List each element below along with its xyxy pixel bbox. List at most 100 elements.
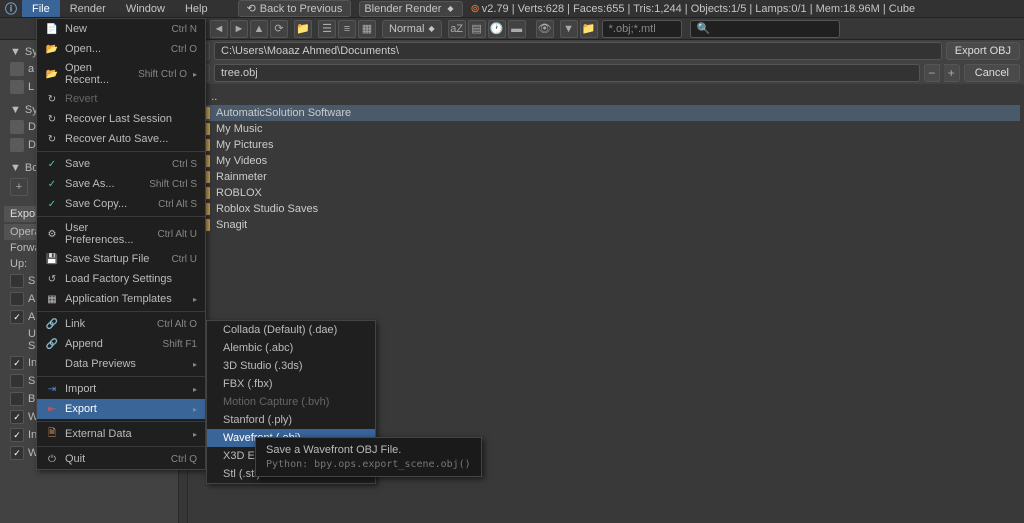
add-bookmark-button[interactable]: + xyxy=(10,178,28,196)
submenu-arrow-icon: ▸ xyxy=(193,405,197,414)
menu-item-icon: 🔗 xyxy=(45,317,59,331)
submenu-arrow-icon: ▸ xyxy=(193,430,197,439)
menu-window[interactable]: Window xyxy=(116,0,175,17)
nav-refresh-button[interactable]: ⟳ xyxy=(270,20,288,38)
view-thumbnail-button[interactable]: ▦ xyxy=(358,20,376,38)
info-icon[interactable]: ⓘ xyxy=(0,1,22,17)
filter-folder-button[interactable]: 📁 xyxy=(580,20,598,38)
export-option-checkbox[interactable] xyxy=(10,410,24,424)
file-menu-recover-last-session[interactable]: ↻ Recover Last Session xyxy=(37,109,205,129)
menu-item-icon: 📄 xyxy=(45,22,59,36)
menu-render[interactable]: Render xyxy=(60,0,116,17)
folder-item[interactable]: Roblox Studio Saves xyxy=(192,201,1020,217)
file-menu-user-preferences-[interactable]: ⚙ User Preferences... Ctrl Alt U xyxy=(37,219,205,249)
menu-item-icon: 🗎 xyxy=(45,427,59,441)
file-menu-save[interactable]: ✓ Save Ctrl S xyxy=(37,154,205,174)
modifiers-checkbox[interactable] xyxy=(10,310,24,324)
submenu-arrow-icon: ▸ xyxy=(193,360,197,369)
blender-logo-icon: ⊚ xyxy=(471,2,480,15)
file-menu-open-[interactable]: 📂 Open... Ctrl O xyxy=(37,39,205,59)
menu-item-icon: 💾 xyxy=(45,252,59,266)
animation-checkbox[interactable] xyxy=(10,292,24,306)
export-obj-button[interactable]: Export OBJ xyxy=(946,42,1020,60)
export-option-checkbox[interactable] xyxy=(10,446,24,460)
file-menu-new[interactable]: 📄 New Ctrl N xyxy=(37,19,205,39)
folder-item[interactable]: Snagit xyxy=(192,217,1020,233)
cancel-button[interactable]: Cancel xyxy=(964,64,1020,82)
filter-button[interactable]: ▼ xyxy=(560,20,578,38)
export-option-checkbox[interactable] xyxy=(10,392,24,406)
search-field[interactable]: 🔍 xyxy=(690,20,840,38)
file-menu-export[interactable]: ⇤ Export ▸ xyxy=(37,399,205,419)
menu-item-icon xyxy=(45,357,59,371)
file-menu: 📄 New Ctrl N 📂 Open... Ctrl O 📂 Open Rec… xyxy=(36,18,206,470)
render-engine-select[interactable]: Blender Render ◆ xyxy=(359,1,462,17)
export--d-studio-ds-[interactable]: 3D Studio (.3ds) xyxy=(207,357,375,375)
nav-forward-button[interactable]: ► xyxy=(230,20,248,38)
sort-alpha-button[interactable]: aZ xyxy=(448,20,466,38)
file-menu-load-factory-settings[interactable]: ↺ Load Factory Settings xyxy=(37,269,205,289)
menu-item-icon: ▦ xyxy=(45,292,59,306)
folder-item[interactable]: My Pictures xyxy=(192,137,1020,153)
menu-item-icon: ⏻ xyxy=(45,452,59,466)
selection-only-checkbox[interactable] xyxy=(10,274,24,288)
menu-item-icon: ⇥ xyxy=(45,382,59,396)
folder-item[interactable]: Rainmeter xyxy=(192,169,1020,185)
file-menu-save-copy-[interactable]: ✓ Save Copy... Ctrl Alt S xyxy=(37,194,205,214)
submenu-arrow-icon: ▸ xyxy=(193,70,197,79)
increment-button[interactable]: + xyxy=(944,64,960,82)
folder-item[interactable]: My Music xyxy=(192,121,1020,137)
file-menu-revert[interactable]: ↻ Revert xyxy=(37,89,205,109)
nav-back-button[interactable]: ◄ xyxy=(210,20,228,38)
filename-input[interactable]: tree.obj xyxy=(214,64,920,82)
file-menu-data-previews[interactable]: Data Previews ▸ xyxy=(37,354,205,374)
decrement-button[interactable]: − xyxy=(924,64,940,82)
back-to-previous-button[interactable]: ⟲ Back to Previous xyxy=(238,0,352,17)
tooltip: Save a Wavefront OBJ File. Python: bpy.o… xyxy=(255,437,482,477)
file-menu-external-data[interactable]: 🗎 External Data ▸ xyxy=(37,424,205,444)
search-icon: 🔍 xyxy=(697,22,711,35)
menu-item-icon: ↻ xyxy=(45,92,59,106)
file-menu-link[interactable]: 🔗 Link Ctrl Alt O xyxy=(37,314,205,334)
export-option-checkbox[interactable] xyxy=(10,356,24,370)
menu-item-icon: ✓ xyxy=(45,197,59,211)
sort-size-button[interactable]: ▬ xyxy=(508,20,526,38)
menu-help[interactable]: Help xyxy=(175,0,218,17)
path-input[interactable]: C:\Users\Moaaz Ahmed\Documents\ xyxy=(214,42,942,60)
file-menu-save-as-[interactable]: ✓ Save As... Shift Ctrl S xyxy=(37,174,205,194)
file-menu-recover-auto-save-[interactable]: ↻ Recover Auto Save... xyxy=(37,129,205,149)
new-folder-button[interactable]: 📁 xyxy=(294,20,312,38)
export-stanford-ply-[interactable]: Stanford (.ply) xyxy=(207,411,375,429)
view-list-short-button[interactable]: ☰ xyxy=(318,20,336,38)
filter-ext-field[interactable]: *.obj;*.mtl xyxy=(602,20,682,38)
submenu-arrow-icon: ▸ xyxy=(193,295,197,304)
show-hidden-button[interactable]: 👁 xyxy=(536,20,554,38)
display-mode-select[interactable]: Normal ◆ xyxy=(382,20,442,38)
file-menu-import[interactable]: ⇥ Import ▸ xyxy=(37,379,205,399)
export-option-checkbox[interactable] xyxy=(10,374,24,388)
folder-item[interactable]: AutomaticSolution Software xyxy=(192,105,1020,121)
file-menu-application-templates[interactable]: ▦ Application Templates ▸ xyxy=(37,289,205,309)
folder-icon xyxy=(10,120,24,134)
export-fbx-fbx-[interactable]: FBX (.fbx) xyxy=(207,375,375,393)
nav-up-button[interactable]: ▲ xyxy=(250,20,268,38)
menu-file[interactable]: File xyxy=(22,0,60,17)
export-collada-default-dae-[interactable]: Collada (Default) (.dae) xyxy=(207,321,375,339)
file-menu-append[interactable]: 🔗 Append Shift F1 xyxy=(37,334,205,354)
export-option-checkbox[interactable] xyxy=(10,428,24,442)
view-list-long-button[interactable]: ≡ xyxy=(338,20,356,38)
file-menu-open-recent-[interactable]: 📂 Open Recent... Shift Ctrl O ▸ xyxy=(37,59,205,89)
sort-time-button[interactable]: 🕐 xyxy=(488,20,506,38)
menu-item-icon: ⇤ xyxy=(45,402,59,416)
drive-icon xyxy=(10,62,24,76)
parent-dir-item[interactable]: ↰.. xyxy=(192,88,1020,105)
file-menu-save-startup-file[interactable]: 💾 Save Startup File Ctrl U xyxy=(37,249,205,269)
tooltip-python: Python: bpy.ops.export_scene.obj() xyxy=(266,459,471,470)
sort-ext-button[interactable]: ▤ xyxy=(468,20,486,38)
export-motion-capture-bvh-: Motion Capture (.bvh) xyxy=(207,393,375,411)
file-menu-quit[interactable]: ⏻ Quit Ctrl Q xyxy=(37,449,205,469)
folder-item[interactable]: My Videos xyxy=(192,153,1020,169)
export-alembic-abc-[interactable]: Alembic (.abc) xyxy=(207,339,375,357)
back-icon: ⟲ xyxy=(247,2,256,15)
folder-item[interactable]: ROBLOX xyxy=(192,185,1020,201)
